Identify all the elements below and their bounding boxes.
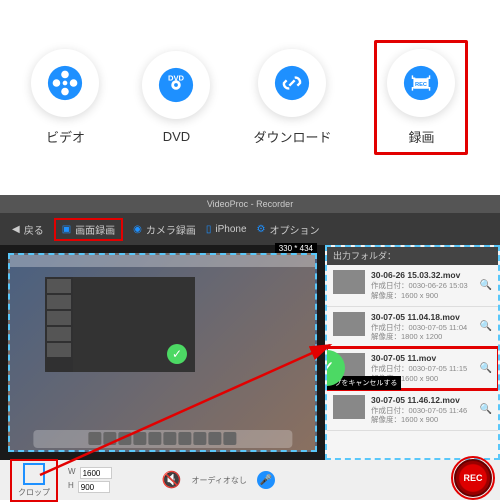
download-label: ダウンロード bbox=[253, 127, 331, 146]
gear-icon: ⚙ bbox=[257, 224, 266, 235]
thumbnail bbox=[333, 270, 365, 294]
height-input[interactable] bbox=[78, 481, 110, 493]
search-icon[interactable]: 🔍 bbox=[480, 321, 492, 332]
iphone-tab[interactable]: ▯iPhone bbox=[206, 224, 247, 235]
download-button[interactable]: ダウンロード bbox=[253, 49, 331, 146]
width-input[interactable] bbox=[80, 467, 112, 479]
audio-label: オーディオなし bbox=[191, 475, 246, 486]
dvd-icon: DVD bbox=[142, 51, 210, 119]
dock bbox=[33, 430, 292, 448]
back-icon: ◀ bbox=[12, 224, 20, 235]
video-button[interactable]: ビデオ bbox=[31, 49, 99, 146]
rec-button[interactable]: REC bbox=[454, 459, 492, 497]
search-icon[interactable]: 🔍 bbox=[480, 363, 492, 374]
crop-icon bbox=[23, 463, 45, 485]
search-icon[interactable]: 🔍 bbox=[480, 404, 492, 415]
rec-icon: REC bbox=[387, 49, 455, 117]
dvd-button[interactable]: DVD DVD bbox=[142, 51, 210, 144]
iphone-icon: ▯ bbox=[206, 224, 212, 235]
list-item[interactable]: 30-06-26 15.03.32.mov作成日付：0030-06-26 15:… bbox=[327, 265, 498, 307]
record-label: 録画 bbox=[408, 127, 434, 146]
check-icon: ✓ bbox=[167, 344, 187, 364]
mic-button[interactable]: 🎤 bbox=[257, 471, 275, 489]
mic-icon: 🎤 bbox=[260, 475, 272, 486]
options-tab[interactable]: ⚙オプション bbox=[257, 222, 320, 237]
link-icon bbox=[258, 49, 326, 117]
camera-icon: ◉ bbox=[133, 224, 142, 235]
app-window: ✓ bbox=[45, 277, 195, 372]
thumbnail bbox=[333, 312, 365, 336]
preview-area[interactable]: 330 * 434 ✓ bbox=[0, 245, 325, 460]
dimension-inputs: W H bbox=[68, 467, 112, 493]
camera-record-tab[interactable]: ◉カメラ録画 bbox=[133, 222, 196, 237]
list-item[interactable]: 30-07-05 11.46.12.mov作成日付：0030-07-05 11:… bbox=[327, 390, 498, 432]
menubar bbox=[10, 255, 315, 267]
crop-button[interactable]: クロップ bbox=[10, 459, 58, 502]
list-item[interactable]: ✓ ESCを押すとクロップをキャンセルする 30-07-05 11.mov作成日… bbox=[327, 348, 498, 390]
mute-icon[interactable]: 🔇 bbox=[162, 470, 182, 490]
svg-text:DVD: DVD bbox=[168, 73, 185, 82]
film-reel-icon bbox=[31, 49, 99, 117]
svg-text:REC: REC bbox=[415, 82, 427, 88]
search-icon[interactable]: 🔍 bbox=[480, 280, 492, 291]
dvd-label: DVD bbox=[163, 129, 190, 144]
screen-icon: ▣ bbox=[62, 224, 71, 235]
thumbnail bbox=[333, 395, 365, 419]
file-list: 30-06-26 15.03.32.mov作成日付：0030-06-26 15:… bbox=[327, 265, 498, 458]
output-folder-label: 出力フォルダ： bbox=[327, 247, 498, 265]
window-title: VideoProc - Recorder bbox=[0, 195, 500, 213]
output-panel: 出力フォルダ： 30-06-26 15.03.32.mov作成日付：0030-0… bbox=[325, 245, 500, 460]
list-item[interactable]: 30-07-05 11.04.18.mov作成日付：0030-07-05 11:… bbox=[327, 307, 498, 349]
desktop-preview: ✓ bbox=[8, 253, 317, 452]
record-button[interactable]: REC 録画 bbox=[374, 40, 468, 155]
screen-record-tab[interactable]: ▣画面録画 bbox=[54, 218, 123, 241]
back-button[interactable]: ◀戻る bbox=[12, 222, 44, 237]
video-label: ビデオ bbox=[46, 127, 85, 146]
